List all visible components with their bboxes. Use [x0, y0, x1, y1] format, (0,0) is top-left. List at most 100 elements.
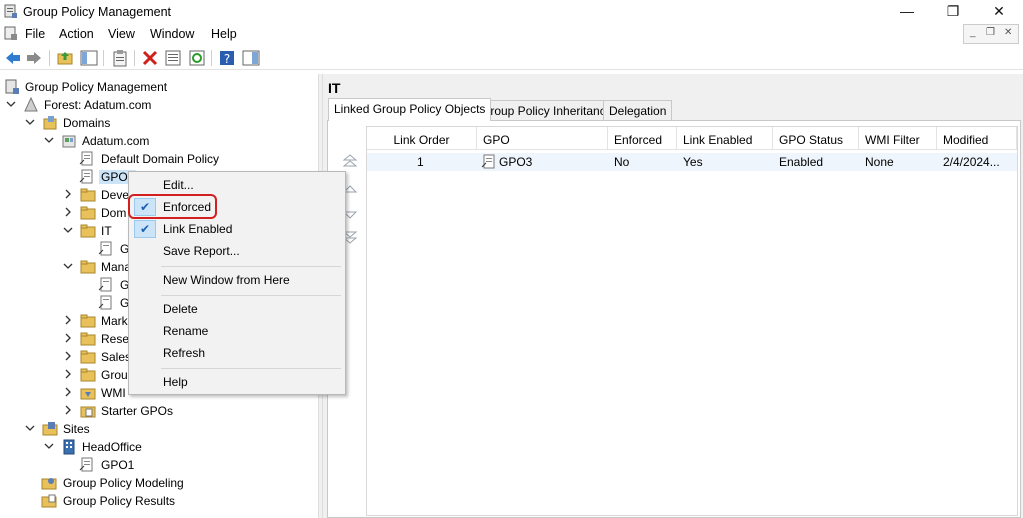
action-pane-icon[interactable] — [242, 49, 260, 67]
menu-separator — [161, 368, 341, 369]
ou-folder-icon — [80, 350, 96, 364]
col-link-order[interactable]: Link Order — [367, 127, 477, 150]
mdi-minimize-button[interactable]: _ — [970, 27, 976, 38]
chevron-down-icon[interactable] — [25, 423, 35, 433]
mdi-window-controls: _ ❐ ✕ — [963, 24, 1019, 44]
gpo-link-icon — [98, 277, 112, 292]
ou-folder-icon — [80, 314, 96, 328]
ou-folder-icon — [80, 224, 96, 238]
col-gpo-status[interactable]: GPO Status — [773, 127, 859, 150]
chevron-down-icon[interactable] — [44, 441, 54, 451]
properties-icon[interactable] — [164, 49, 182, 67]
tab-inheritance[interactable]: Group Policy Inheritance — [475, 100, 619, 120]
document-icon — [4, 26, 17, 40]
chevron-right-icon[interactable] — [63, 207, 73, 217]
menu-item-rename[interactable]: Rename — [131, 321, 343, 341]
window-title: Group Policy Management — [23, 5, 171, 19]
gpo-link-icon — [79, 457, 93, 472]
title-bar: Group Policy Management — ❐ ✕ — [0, 0, 1023, 24]
chevron-down-icon[interactable] — [63, 225, 73, 235]
col-gpo[interactable]: GPO — [477, 127, 608, 150]
gpo-link-icon — [98, 295, 112, 310]
move-top-icon[interactable] — [342, 153, 358, 169]
menu-view[interactable]: View — [108, 27, 135, 41]
chevron-right-icon[interactable] — [63, 189, 73, 199]
forest-icon — [24, 97, 38, 112]
cell-wmi-filter: None — [865, 155, 894, 169]
pane-title: IT — [328, 80, 341, 96]
tab-delegation[interactable]: Delegation — [603, 100, 673, 120]
tab-linked-gpos[interactable]: Linked Group Policy Objects — [328, 98, 492, 121]
cell-modified: 2/4/2024... — [943, 155, 1000, 169]
cell-link-enabled: Yes — [683, 155, 703, 169]
delete-icon[interactable] — [141, 49, 159, 67]
col-modified[interactable]: Modified — [937, 127, 1017, 150]
chevron-right-icon[interactable] — [63, 315, 73, 325]
cell-gpo-status: Enabled — [779, 155, 824, 169]
svg-text:?: ? — [224, 52, 230, 66]
col-wmi-filter[interactable]: WMI Filter — [859, 127, 937, 150]
chevron-right-icon[interactable] — [63, 333, 73, 343]
ou-folder-icon — [80, 206, 96, 220]
menu-separator — [161, 295, 341, 296]
clipboard-icon[interactable] — [111, 49, 129, 67]
ou-folder-icon — [80, 260, 96, 274]
chevron-down-icon[interactable] — [44, 135, 54, 145]
menu-item-link-enabled[interactable]: ✔ Link Enabled — [131, 219, 343, 239]
table-row[interactable]: 1 GPO3 No Yes Enabled None 2/4/2024... — [367, 153, 1017, 171]
details-pane: IT Linked Group Policy Objects Group Pol… — [323, 74, 1023, 518]
chevron-down-icon[interactable] — [25, 117, 35, 127]
linked-gpo-table: Link Order GPO Enforced Link Enabled GPO… — [366, 126, 1018, 516]
menu-item-refresh[interactable]: Refresh — [131, 343, 343, 363]
menu-item-edit[interactable]: Edit... — [131, 175, 343, 195]
chevron-right-icon[interactable] — [63, 405, 73, 415]
ou-folder-icon — [80, 332, 96, 346]
checkmark-icon: ✔ — [134, 198, 156, 216]
col-link-enabled[interactable]: Link Enabled — [677, 127, 773, 150]
chevron-right-icon[interactable] — [63, 351, 73, 361]
sites-icon — [42, 422, 58, 436]
menu-item-delete[interactable]: Delete — [131, 299, 343, 319]
menu-action[interactable]: Action — [59, 27, 94, 41]
show-hide-tree-icon[interactable] — [80, 49, 98, 67]
col-enforced[interactable]: Enforced — [608, 127, 677, 150]
refresh-icon[interactable] — [188, 49, 206, 67]
context-menu: Edit... ✔ Enforced ✔ Link Enabled Save R… — [128, 171, 346, 395]
mdi-close-button[interactable]: ✕ — [1004, 27, 1012, 38]
menu-item-enforced[interactable]: ✔ Enforced — [131, 197, 343, 217]
minimize-button[interactable]: — — [884, 0, 930, 24]
domain-icon — [62, 135, 76, 148]
help-icon[interactable]: ? — [218, 49, 236, 67]
chevron-down-icon[interactable] — [6, 99, 16, 109]
menu-separator — [161, 266, 341, 267]
wmi-filter-icon — [80, 388, 96, 400]
maximize-button[interactable]: ❐ — [930, 0, 976, 24]
forward-arrow-icon[interactable] — [25, 49, 43, 67]
gpmc-icon — [5, 79, 19, 94]
gpo-link-icon — [98, 241, 112, 256]
menu-window[interactable]: Window — [150, 27, 194, 41]
back-arrow-icon[interactable] — [4, 49, 22, 67]
mdi-restore-button[interactable]: ❐ — [986, 27, 995, 38]
menu-item-save-report[interactable]: Save Report... — [131, 241, 343, 261]
menu-item-help[interactable]: Help — [131, 372, 343, 392]
site-icon — [63, 439, 75, 455]
checkmark-icon: ✔ — [134, 220, 156, 238]
cell-enforced: No — [614, 155, 630, 169]
toolbar: ? — [0, 46, 1023, 70]
gp-results-icon — [41, 494, 57, 508]
up-folder-icon[interactable] — [56, 49, 74, 67]
gpo-folder-icon — [80, 368, 96, 382]
menu-bar: File Action View Window Help _ ❐ ✕ — [0, 24, 1023, 44]
chevron-right-icon[interactable] — [63, 387, 73, 397]
chevron-down-icon[interactable] — [63, 261, 73, 271]
chevron-right-icon[interactable] — [63, 369, 73, 379]
menu-item-new-window[interactable]: New Window from Here — [131, 270, 343, 290]
cell-gpo: GPO3 — [499, 155, 533, 169]
domains-icon — [43, 116, 57, 130]
menu-help[interactable]: Help — [211, 27, 237, 41]
gpo-link-icon — [79, 169, 93, 184]
tab-panel: Link Order GPO Enforced Link Enabled GPO… — [327, 120, 1021, 518]
menu-file[interactable]: File — [25, 27, 45, 41]
close-button[interactable]: ✕ — [976, 0, 1022, 24]
